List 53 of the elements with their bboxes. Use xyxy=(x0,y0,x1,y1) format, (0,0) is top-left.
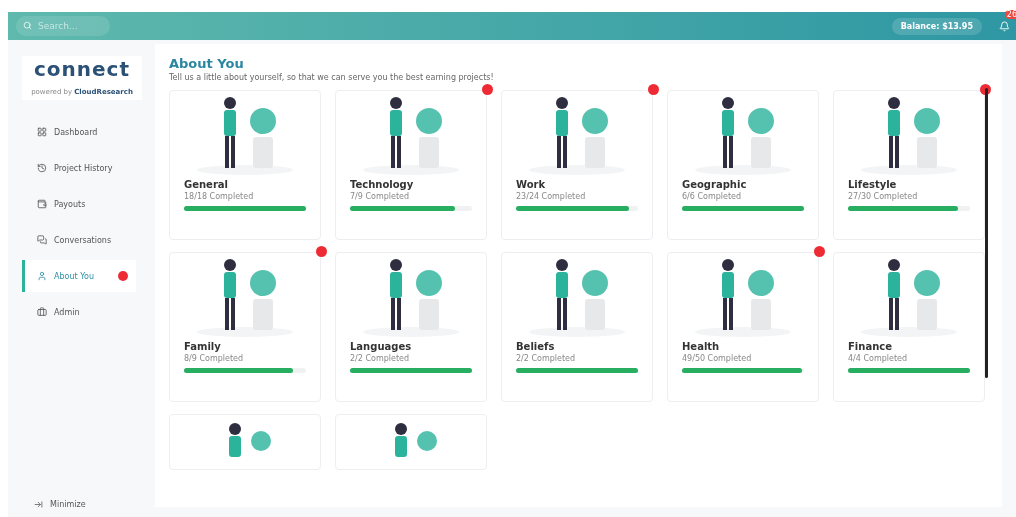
card-title: Family xyxy=(184,341,222,352)
user-icon xyxy=(37,271,47,281)
progress-text: 8/9 Completed xyxy=(184,354,245,363)
sidebar-item[interactable]: Admin xyxy=(22,296,136,328)
notification-count: 26 xyxy=(1004,10,1016,19)
progress-text: 2/2 Completed xyxy=(516,354,577,363)
chat-icon xyxy=(37,235,47,245)
card-title: Lifestyle xyxy=(848,179,898,190)
briefcase-icon xyxy=(37,307,47,317)
sidebar-item[interactable]: Payouts xyxy=(22,188,136,220)
history-icon xyxy=(37,163,47,173)
progress-text: 18/18 Completed xyxy=(184,192,255,201)
scrollbar[interactable] xyxy=(985,88,988,378)
progress-text: 27/30 Completed xyxy=(848,192,919,201)
category-card[interactable]: Health 49/50 Completed xyxy=(667,252,819,402)
progress-text: 7/9 Completed xyxy=(350,192,411,201)
search-icon xyxy=(23,21,32,30)
progress-text: 23/24 Completed xyxy=(516,192,587,201)
category-card[interactable]: Lifestyle 27/30 Completed xyxy=(833,90,985,240)
card-title: Work xyxy=(516,179,547,190)
category-card[interactable]: Finance 4/4 Completed xyxy=(833,252,985,402)
progress-text: 4/4 Completed xyxy=(848,354,909,363)
page-subtitle: Tell us a little about yourself, so that we can serve you the best earning projects! xyxy=(169,73,495,82)
grid-icon xyxy=(37,127,47,137)
category-card[interactable]: Technology 7/9 Completed xyxy=(335,90,487,240)
progress-text: 49/50 Completed xyxy=(682,354,753,363)
progress-text: 6/6 Completed xyxy=(682,192,743,201)
card-title: Geographic xyxy=(682,179,748,190)
arrow-icon xyxy=(34,500,43,509)
sidebar-item[interactable]: Dashboard xyxy=(22,116,136,148)
category-card[interactable]: Family 8/9 Completed xyxy=(169,252,321,402)
bell-icon[interactable] xyxy=(998,20,1010,32)
card-title: Beliefs xyxy=(516,341,556,352)
card-title: Technology xyxy=(350,179,415,190)
balance-label: Balance: $13.95 xyxy=(891,17,982,35)
category-card[interactable] xyxy=(335,414,487,470)
page-title: About You xyxy=(169,56,245,71)
category-card[interactable]: Beliefs 2/2 Completed xyxy=(501,252,653,402)
category-card[interactable] xyxy=(169,414,321,470)
sidebar-item[interactable]: About You xyxy=(22,260,136,292)
sidebar-item[interactable]: Project History xyxy=(22,152,136,184)
card-title: Finance xyxy=(848,341,893,352)
wallet-icon xyxy=(37,199,47,209)
category-card[interactable]: Work 23/24 Completed xyxy=(501,90,653,240)
category-card[interactable]: Geographic 6/6 Completed xyxy=(667,90,819,240)
sidebar-item[interactable]: Conversations xyxy=(22,224,136,256)
category-card[interactable]: Languages 2/2 Completed xyxy=(335,252,487,402)
card-title: Health xyxy=(682,341,721,352)
card-title: General xyxy=(184,179,229,190)
card-title: Languages xyxy=(350,341,413,352)
minimize-button[interactable]: Minimize xyxy=(22,500,155,509)
progress-text: 2/2 Completed xyxy=(350,354,411,363)
category-card[interactable]: General 18/18 Completed xyxy=(169,90,321,240)
